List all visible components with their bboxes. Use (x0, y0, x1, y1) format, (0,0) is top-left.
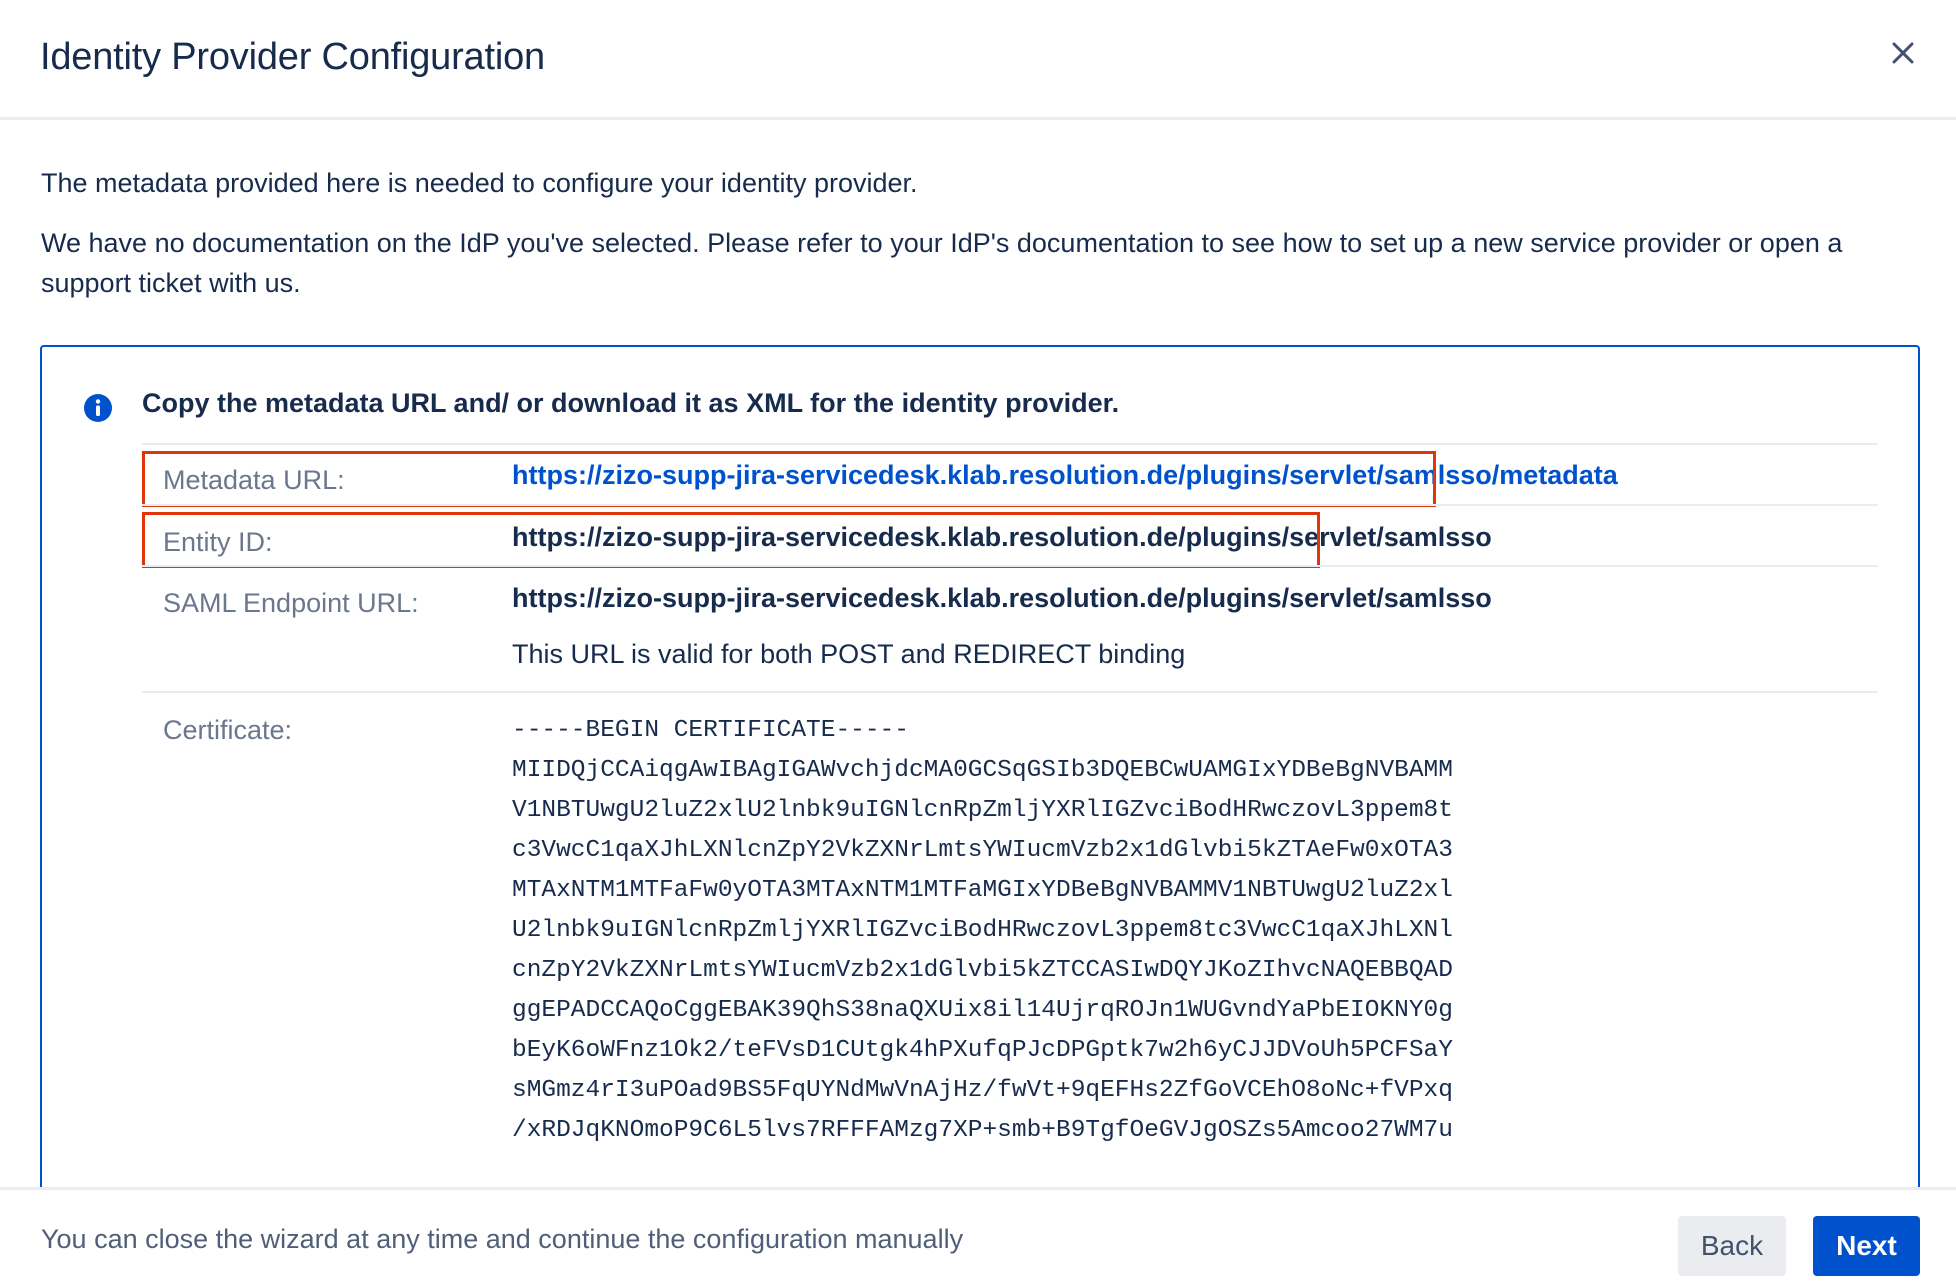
cert-line: V1NBTUwgU2luZ2xlU2lnbk9uIGNlcnRpZmljYXRl… (512, 797, 1453, 824)
cert-line: MTAxNTM1MTFaFw0yOTA3MTAxNTM1MTFaMGIxYDBe… (512, 877, 1453, 904)
dialog-header: Identity Provider Configuration (0, 0, 1956, 120)
dialog-footer: You can close the wizard at any time and… (0, 1187, 1956, 1288)
saml-endpoint-value: https://zizo-supp-jira-servicedesk.klab.… (512, 583, 1492, 613)
next-button[interactable]: Next (1813, 1216, 1920, 1276)
cert-line: c3VwcC1qaXJhLXNlcnZpY2VkZXNrLmtsYWIucmVz… (512, 837, 1453, 864)
cert-line: ggEPADCCAQoCggEBAK39QhS38naQXUix8il14Ujr… (512, 997, 1453, 1024)
cert-line: U2lnbk9uIGNlcnRpZmljYXRlIGZvciBodHRwczov… (512, 917, 1453, 944)
info-heading: Copy the metadata URL and/ or download i… (142, 388, 1120, 418)
cert-line: bEyK6oWFnz1Ok2/teFVsD1CUtgk4hPXufqPJcDPG… (512, 1037, 1453, 1064)
info-icon (84, 394, 112, 422)
metadata-url-link[interactable]: https://zizo-supp-jira-servicedesk.klab.… (512, 460, 1618, 491)
dialog-body[interactable]: The metadata provided here is needed to … (0, 123, 1956, 1187)
entity-id-value: https://zizo-supp-jira-servicedesk.klab.… (512, 522, 1492, 552)
binding-note: This URL is valid for both POST and REDI… (512, 639, 1186, 669)
info-panel: Copy the metadata URL and/ or download i… (40, 345, 1920, 1187)
entity-id-label: Entity ID: (163, 527, 273, 557)
cert-line: sMGmz4rI3uPOad9BS5FqUYNdMwVnAjHz/fwVt+9q… (512, 1077, 1453, 1104)
certificate-label: Certificate: (163, 715, 293, 745)
metadata-url-label: Metadata URL: (163, 465, 345, 495)
metadata-table: Metadata URL: https://zizo-supp-jira-ser… (142, 443, 1878, 1187)
cert-line: -----BEGIN CERTIFICATE----- (512, 717, 909, 744)
close-button[interactable] (1888, 38, 1918, 68)
saml-endpoint-label: SAML Endpoint URL: (163, 588, 419, 618)
saml-endpoint-row: SAML Endpoint URL: https://zizo-supp-jir… (142, 565, 1878, 691)
idp-documentation-notice: We have no documentation on the IdP you'… (41, 228, 1843, 298)
close-icon (1892, 42, 1914, 64)
back-button[interactable]: Back (1678, 1216, 1786, 1276)
cert-line: cnZpY2VkZXNrLmtsYWIucmVzb2x1dGlvbi5kZTCC… (512, 957, 1453, 984)
cert-line: MIIDQjCCAiqgAwIBAgIGAWvchjdcMA0GCSqGSIb3… (512, 757, 1453, 784)
entity-id-row: Entity ID: https://zizo-supp-jira-servic… (142, 504, 1878, 568)
footer-hint: You can close the wizard at any time and… (41, 1224, 964, 1254)
metadata-url-row: Metadata URL: https://zizo-supp-jira-ser… (142, 443, 1878, 507)
cert-line: /xRDJqKNOmoP9C6L5lvs7RFFFAMzg7XP+smb+B9T… (512, 1117, 1453, 1144)
certificate-row: Certificate: -----BEGIN CERTIFICATE-----… (142, 691, 1878, 1187)
certificate-text: -----BEGIN CERTIFICATE----- MIIDQjCCAiqg… (512, 711, 1453, 1151)
dialog-title: Identity Provider Configuration (40, 36, 545, 78)
intro-text: The metadata provided here is needed to … (41, 168, 918, 198)
